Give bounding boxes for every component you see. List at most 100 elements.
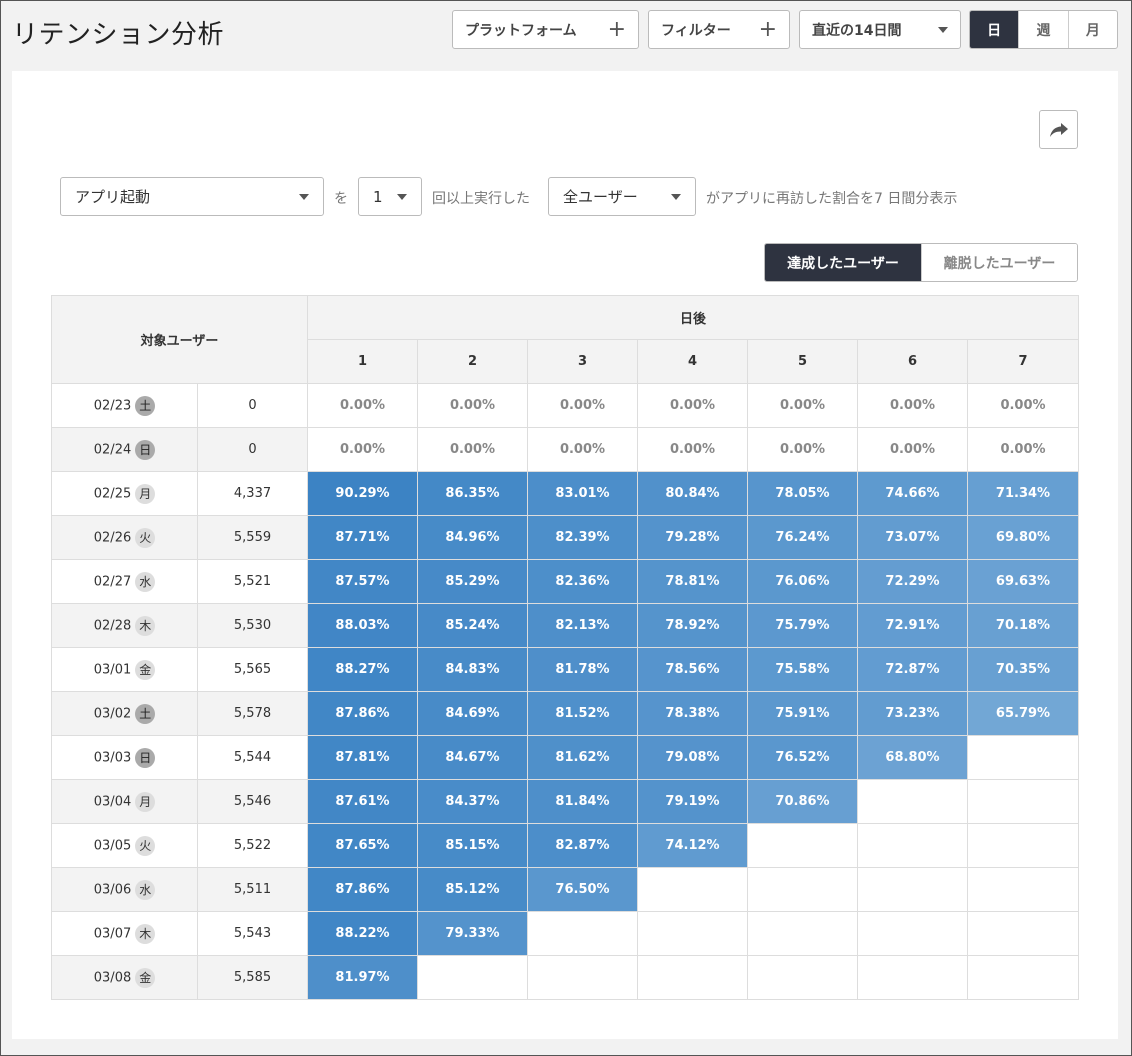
retention-cell bbox=[857, 911, 968, 956]
retention-cell: 78.81% bbox=[637, 559, 748, 604]
table-row: 03/07 木 5,543 88.22% 79.33% bbox=[51, 911, 1079, 956]
platform-label: プラットフォーム bbox=[465, 22, 577, 39]
event-select[interactable]: アプリ起動 bbox=[60, 177, 324, 216]
retention-cell: 0.00% bbox=[307, 383, 418, 428]
retention-cell: 74.66% bbox=[857, 471, 968, 516]
cohort-date: 02/25 月 bbox=[51, 471, 198, 516]
platform-add-button[interactable]: プラットフォーム + bbox=[452, 10, 639, 49]
retention-cell: 82.39% bbox=[527, 515, 638, 560]
retention-cell: 75.58% bbox=[747, 647, 858, 692]
churned-users-button[interactable]: 離脱したユーザー bbox=[921, 244, 1077, 281]
retention-cell: 0.00% bbox=[307, 427, 418, 472]
cohort-date: 02/23 土 bbox=[51, 383, 198, 428]
retention-cell: 85.29% bbox=[417, 559, 528, 604]
retention-cell bbox=[747, 955, 858, 1000]
retention-cell: 76.52% bbox=[747, 735, 858, 780]
text-times: 回以上実行した bbox=[432, 191, 530, 207]
retention-cell bbox=[857, 823, 968, 868]
retention-cell: 87.86% bbox=[307, 867, 418, 912]
cohort-user-count: 5,511 bbox=[197, 867, 308, 912]
retention-cell: 90.29% bbox=[307, 471, 418, 516]
retention-cell: 81.52% bbox=[527, 691, 638, 736]
granularity-week-button[interactable]: 週 bbox=[1018, 11, 1067, 48]
weekday-badge: 土 bbox=[135, 395, 156, 416]
retention-cell: 84.69% bbox=[417, 691, 528, 736]
retention-cell: 72.29% bbox=[857, 559, 968, 604]
retention-cell: 87.65% bbox=[307, 823, 418, 868]
retention-cell: 84.96% bbox=[417, 515, 528, 560]
segment-select-value: 全ユーザー bbox=[563, 188, 638, 206]
day-column-header: 7 bbox=[967, 339, 1079, 384]
retention-cell bbox=[747, 823, 858, 868]
share-button[interactable] bbox=[1039, 110, 1078, 149]
day-column-header: 6 bbox=[857, 339, 968, 384]
day-column-header: 2 bbox=[417, 339, 528, 384]
period-dropdown[interactable]: 直近の14日間 bbox=[799, 10, 961, 49]
weekday-badge: 木 bbox=[135, 615, 156, 636]
page-title: リテンション分析 bbox=[12, 20, 225, 50]
share-arrow-icon bbox=[1049, 122, 1068, 137]
retention-cell: 87.61% bbox=[307, 779, 418, 824]
plus-icon: + bbox=[758, 16, 777, 42]
retention-cell: 70.35% bbox=[967, 647, 1079, 692]
retention-cell: 0.00% bbox=[967, 383, 1079, 428]
retention-cell: 0.00% bbox=[527, 383, 638, 428]
retention-cell: 73.23% bbox=[857, 691, 968, 736]
segment-select[interactable]: 全ユーザー bbox=[548, 177, 696, 216]
cohort-date: 02/24 日 bbox=[51, 427, 198, 472]
retention-cell: 73.07% bbox=[857, 515, 968, 560]
retention-cell: 85.24% bbox=[417, 603, 528, 648]
retention-cell: 78.38% bbox=[637, 691, 748, 736]
retention-cell: 82.87% bbox=[527, 823, 638, 868]
cohort-date: 03/02 土 bbox=[51, 691, 198, 736]
cohort-date: 03/06 水 bbox=[51, 867, 198, 912]
cohort-user-count: 5,521 bbox=[197, 559, 308, 604]
retention-cell: 88.22% bbox=[307, 911, 418, 956]
retention-cell: 87.81% bbox=[307, 735, 418, 780]
cohort-user-count: 4,337 bbox=[197, 471, 308, 516]
retention-cell: 87.71% bbox=[307, 515, 418, 560]
table-row: 03/05 火 5,522 87.65% 85.15% 82.87% 74.12% bbox=[51, 823, 1079, 868]
retention-body: 02/23 土 0 0.00% 0.00% 0.00% 0.00% 0.00% 0.00% 0.0… bbox=[51, 383, 1079, 1000]
cohort-date-label: 03/07 bbox=[93, 926, 132, 941]
retention-cell bbox=[857, 867, 968, 912]
count-select[interactable]: 1 bbox=[358, 177, 422, 216]
retention-cell: 81.62% bbox=[527, 735, 638, 780]
cohort-user-count: 5,546 bbox=[197, 779, 308, 824]
retention-cell: 84.37% bbox=[417, 779, 528, 824]
cohort-date: 02/26 火 bbox=[51, 515, 198, 560]
text-wo: を bbox=[334, 191, 348, 207]
cohort-date: 03/07 木 bbox=[51, 911, 198, 956]
cohort-date: 02/28 木 bbox=[51, 603, 198, 648]
achieved-users-button[interactable]: 達成したユーザー bbox=[765, 244, 921, 281]
retention-cell: 0.00% bbox=[637, 427, 748, 472]
retention-cell: 78.05% bbox=[747, 471, 858, 516]
cohort-date-label: 03/06 bbox=[93, 882, 132, 897]
cohort-user-count: 5,544 bbox=[197, 735, 308, 780]
cohort-user-count: 5,543 bbox=[197, 911, 308, 956]
cohort-date-label: 02/24 bbox=[93, 442, 132, 457]
retention-cell: 70.86% bbox=[747, 779, 858, 824]
retention-cell: 84.83% bbox=[417, 647, 528, 692]
retention-cell: 79.28% bbox=[637, 515, 748, 560]
retention-cell: 74.12% bbox=[637, 823, 748, 868]
weekday-badge: 木 bbox=[135, 923, 156, 944]
table-row: 02/27 水 5,521 87.57% 85.29% 82.36% 78.81% 76.06… bbox=[51, 559, 1079, 604]
cohort-date-label: 02/26 bbox=[93, 530, 132, 545]
granularity-day-button[interactable]: 日 bbox=[970, 11, 1019, 48]
cohort-date-label: 03/03 bbox=[93, 750, 132, 765]
cohort-date: 02/27 水 bbox=[51, 559, 198, 604]
retention-cell: 69.63% bbox=[967, 559, 1079, 604]
weekday-badge: 日 bbox=[135, 439, 156, 460]
retention-cell: 88.03% bbox=[307, 603, 418, 648]
granularity-month-button[interactable]: 月 bbox=[1067, 11, 1117, 48]
filter-add-button[interactable]: フィルター + bbox=[648, 10, 790, 49]
retention-cell: 88.27% bbox=[307, 647, 418, 692]
granularity-toggle: 日 週 月 bbox=[969, 10, 1118, 49]
retention-cell: 0.00% bbox=[417, 383, 528, 428]
table-row: 03/08 金 5,585 81.97% bbox=[51, 955, 1079, 1000]
table-row: 02/28 木 5,530 88.03% 85.24% 82.13% 78.92% 75.79… bbox=[51, 603, 1079, 648]
chevron-down-icon bbox=[671, 193, 681, 200]
table-row: 02/26 火 5,559 87.71% 84.96% 82.39% 79.28% 76.24… bbox=[51, 515, 1079, 560]
table-row: 02/24 日 0 0.00% 0.00% 0.00% 0.00% 0.00% 0.00% 0.0… bbox=[51, 427, 1079, 472]
